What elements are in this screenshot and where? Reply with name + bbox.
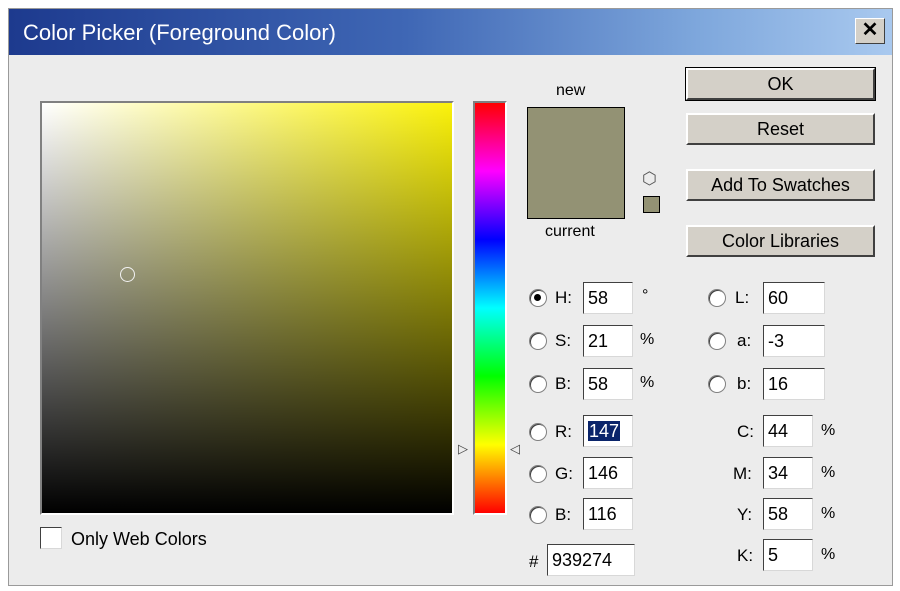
yellow-label: Y: bbox=[737, 505, 753, 524]
web-safe-swatch[interactable] bbox=[643, 196, 660, 213]
magenta-label: M: bbox=[733, 464, 752, 483]
lightness-radio[interactable] bbox=[708, 289, 726, 307]
reset-button[interactable]: Reset bbox=[686, 113, 875, 145]
blue-radio[interactable] bbox=[529, 506, 547, 524]
hue-slider-left-arrow-icon[interactable]: ▷ bbox=[458, 442, 468, 455]
green-label: G: bbox=[555, 464, 573, 483]
green-radio[interactable] bbox=[529, 465, 547, 483]
brightness-radio[interactable] bbox=[529, 375, 547, 393]
green-field[interactable]: 146 bbox=[583, 457, 633, 489]
red-radio[interactable] bbox=[529, 423, 547, 441]
cyan-unit: % bbox=[821, 422, 836, 439]
current-color-swatch[interactable] bbox=[528, 163, 624, 218]
a-channel-radio[interactable] bbox=[708, 332, 726, 350]
window-title: Color Picker (Foreground Color) bbox=[23, 20, 336, 45]
title-bar[interactable]: Color Picker (Foreground Color) ✕ bbox=[9, 9, 892, 55]
cyan-field[interactable]: 44 bbox=[763, 415, 813, 447]
only-web-colors-checkbox[interactable] bbox=[40, 527, 62, 549]
black-field[interactable]: 5 bbox=[763, 539, 813, 571]
a-channel-field[interactable]: -3 bbox=[763, 325, 825, 357]
yellow-unit: % bbox=[821, 505, 836, 522]
red-label: R: bbox=[555, 422, 572, 441]
hue-slider[interactable] bbox=[473, 101, 507, 515]
black-unit: % bbox=[821, 546, 836, 563]
hue-unit: ° bbox=[642, 287, 649, 304]
brightness-field[interactable]: 58 bbox=[583, 368, 633, 400]
magenta-unit: % bbox=[821, 464, 836, 481]
hue-label: H: bbox=[555, 288, 572, 307]
yellow-field[interactable]: 58 bbox=[763, 498, 813, 530]
color-preview-swatch bbox=[527, 107, 625, 219]
b-channel-label: b: bbox=[737, 374, 752, 393]
hex-field[interactable]: 939274 bbox=[547, 544, 635, 576]
blue-label: B: bbox=[555, 505, 572, 524]
lightness-label: L: bbox=[735, 288, 750, 307]
color-picker-dialog: Color Picker (Foreground Color) ✕ ▷ ◁ ne… bbox=[8, 8, 893, 586]
hue-field[interactable]: 58 bbox=[583, 282, 633, 314]
a-channel-label: a: bbox=[737, 331, 752, 350]
cyan-label: C: bbox=[737, 422, 754, 441]
only-web-colors-label: Only Web Colors bbox=[71, 529, 207, 549]
saturation-field[interactable]: 21 bbox=[583, 325, 633, 357]
color-libraries-button[interactable]: Color Libraries bbox=[686, 225, 875, 257]
b-channel-field[interactable]: 16 bbox=[763, 368, 825, 400]
b-channel-radio[interactable] bbox=[708, 375, 726, 393]
cube-icon[interactable]: ⬡ bbox=[642, 170, 657, 187]
saturation-unit: % bbox=[640, 331, 655, 348]
brightness-unit: % bbox=[640, 374, 655, 391]
saturation-label: S: bbox=[555, 331, 572, 350]
lightness-field[interactable]: 60 bbox=[763, 282, 825, 314]
close-button[interactable]: ✕ bbox=[855, 18, 885, 44]
red-field[interactable]: 147 bbox=[583, 415, 633, 447]
hue-radio[interactable] bbox=[529, 289, 547, 307]
hue-slider-right-arrow-icon[interactable]: ◁ bbox=[510, 442, 520, 455]
add-to-swatches-button[interactable]: Add To Swatches bbox=[686, 169, 875, 201]
new-color-swatch bbox=[528, 108, 624, 163]
red-value-selection: 147 bbox=[588, 421, 621, 441]
brightness-label: B: bbox=[555, 374, 572, 393]
hex-label: # bbox=[529, 552, 539, 571]
ok-button[interactable]: OK bbox=[685, 67, 876, 101]
color-field[interactable] bbox=[40, 101, 454, 515]
blue-field[interactable]: 116 bbox=[583, 498, 633, 530]
current-label: current bbox=[545, 223, 595, 240]
saturation-radio[interactable] bbox=[529, 332, 547, 350]
magenta-field[interactable]: 34 bbox=[763, 457, 813, 489]
color-field-marker[interactable] bbox=[120, 267, 136, 283]
new-label: new bbox=[556, 82, 586, 99]
black-label: K: bbox=[737, 546, 754, 565]
